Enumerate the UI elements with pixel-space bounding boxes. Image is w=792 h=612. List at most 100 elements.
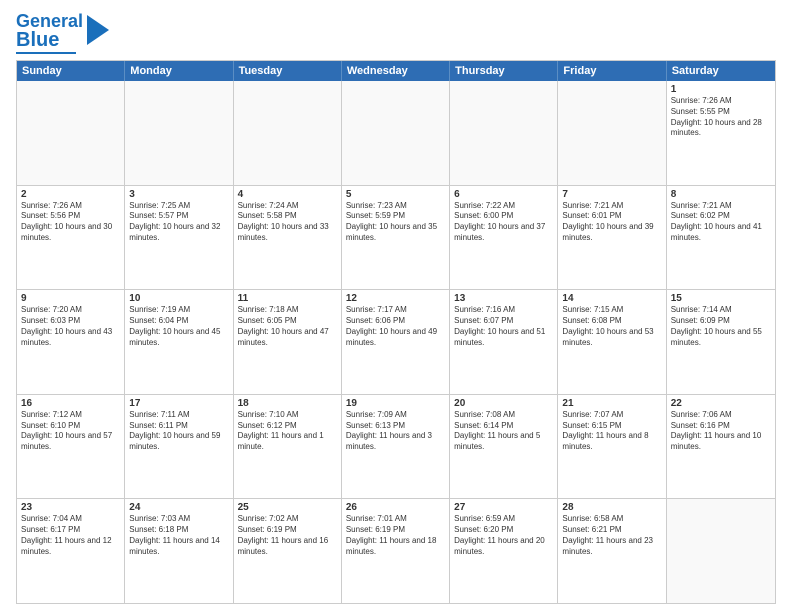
calendar-cell (667, 499, 775, 603)
day-number: 7 (562, 189, 661, 200)
day-info: Sunrise: 7:17 AM Sunset: 6:06 PM Dayligh… (346, 305, 445, 348)
day-number: 21 (562, 398, 661, 409)
calendar-header: SundayMondayTuesdayWednesdayThursdayFrid… (17, 61, 775, 81)
calendar-cell: 6Sunrise: 7:22 AM Sunset: 6:00 PM Daylig… (450, 186, 558, 290)
logo-blue: Blue (16, 30, 83, 50)
day-number: 6 (454, 189, 553, 200)
header-day-thursday: Thursday (450, 61, 558, 81)
logo-arrow-icon (87, 15, 109, 45)
day-number: 23 (21, 502, 120, 513)
calendar-cell (342, 81, 450, 185)
header: General Blue (16, 12, 776, 54)
calendar-cell: 7Sunrise: 7:21 AM Sunset: 6:01 PM Daylig… (558, 186, 666, 290)
logo-text-general: General (16, 12, 83, 30)
day-info: Sunrise: 7:18 AM Sunset: 6:05 PM Dayligh… (238, 305, 337, 348)
calendar-cell: 12Sunrise: 7:17 AM Sunset: 6:06 PM Dayli… (342, 290, 450, 394)
calendar-cell: 23Sunrise: 7:04 AM Sunset: 6:17 PM Dayli… (17, 499, 125, 603)
day-number: 2 (21, 189, 120, 200)
day-number: 3 (129, 189, 228, 200)
calendar-cell: 27Sunrise: 6:59 AM Sunset: 6:20 PM Dayli… (450, 499, 558, 603)
calendar-row-3: 9Sunrise: 7:20 AM Sunset: 6:03 PM Daylig… (17, 289, 775, 394)
day-info: Sunrise: 7:14 AM Sunset: 6:09 PM Dayligh… (671, 305, 771, 348)
day-number: 13 (454, 293, 553, 304)
day-info: Sunrise: 7:20 AM Sunset: 6:03 PM Dayligh… (21, 305, 120, 348)
day-info: Sunrise: 7:22 AM Sunset: 6:00 PM Dayligh… (454, 201, 553, 244)
header-day-saturday: Saturday (667, 61, 775, 81)
day-info: Sunrise: 7:12 AM Sunset: 6:10 PM Dayligh… (21, 410, 120, 453)
day-number: 12 (346, 293, 445, 304)
calendar-cell (558, 81, 666, 185)
day-info: Sunrise: 7:01 AM Sunset: 6:19 PM Dayligh… (346, 514, 445, 557)
day-number: 17 (129, 398, 228, 409)
day-number: 27 (454, 502, 553, 513)
day-info: Sunrise: 6:58 AM Sunset: 6:21 PM Dayligh… (562, 514, 661, 557)
calendar-cell: 2Sunrise: 7:26 AM Sunset: 5:56 PM Daylig… (17, 186, 125, 290)
day-number: 16 (21, 398, 120, 409)
calendar-cell: 11Sunrise: 7:18 AM Sunset: 6:05 PM Dayli… (234, 290, 342, 394)
day-info: Sunrise: 7:10 AM Sunset: 6:12 PM Dayligh… (238, 410, 337, 453)
day-number: 22 (671, 398, 771, 409)
calendar-cell: 8Sunrise: 7:21 AM Sunset: 6:02 PM Daylig… (667, 186, 775, 290)
day-number: 5 (346, 189, 445, 200)
page: General Blue SundayMondayTuesdayWednesda… (0, 0, 792, 612)
calendar-cell: 17Sunrise: 7:11 AM Sunset: 6:11 PM Dayli… (125, 395, 233, 499)
header-day-monday: Monday (125, 61, 233, 81)
logo-underline (16, 52, 76, 54)
day-info: Sunrise: 7:24 AM Sunset: 5:58 PM Dayligh… (238, 201, 337, 244)
header-day-sunday: Sunday (17, 61, 125, 81)
calendar-cell: 21Sunrise: 7:07 AM Sunset: 6:15 PM Dayli… (558, 395, 666, 499)
calendar-cell: 4Sunrise: 7:24 AM Sunset: 5:58 PM Daylig… (234, 186, 342, 290)
calendar-body: 1Sunrise: 7:26 AM Sunset: 5:55 PM Daylig… (17, 81, 775, 603)
calendar-cell: 16Sunrise: 7:12 AM Sunset: 6:10 PM Dayli… (17, 395, 125, 499)
day-info: Sunrise: 6:59 AM Sunset: 6:20 PM Dayligh… (454, 514, 553, 557)
day-info: Sunrise: 7:11 AM Sunset: 6:11 PM Dayligh… (129, 410, 228, 453)
day-info: Sunrise: 7:16 AM Sunset: 6:07 PM Dayligh… (454, 305, 553, 348)
calendar-cell: 24Sunrise: 7:03 AM Sunset: 6:18 PM Dayli… (125, 499, 233, 603)
day-info: Sunrise: 7:19 AM Sunset: 6:04 PM Dayligh… (129, 305, 228, 348)
calendar-cell: 28Sunrise: 6:58 AM Sunset: 6:21 PM Dayli… (558, 499, 666, 603)
calendar-row-5: 23Sunrise: 7:04 AM Sunset: 6:17 PM Dayli… (17, 498, 775, 603)
calendar-cell: 10Sunrise: 7:19 AM Sunset: 6:04 PM Dayli… (125, 290, 233, 394)
calendar-row-4: 16Sunrise: 7:12 AM Sunset: 6:10 PM Dayli… (17, 394, 775, 499)
calendar: SundayMondayTuesdayWednesdayThursdayFrid… (16, 60, 776, 604)
day-number: 28 (562, 502, 661, 513)
day-number: 15 (671, 293, 771, 304)
day-number: 9 (21, 293, 120, 304)
day-number: 18 (238, 398, 337, 409)
day-info: Sunrise: 7:25 AM Sunset: 5:57 PM Dayligh… (129, 201, 228, 244)
calendar-cell (125, 81, 233, 185)
calendar-row-2: 2Sunrise: 7:26 AM Sunset: 5:56 PM Daylig… (17, 185, 775, 290)
day-number: 8 (671, 189, 771, 200)
calendar-cell: 22Sunrise: 7:06 AM Sunset: 6:16 PM Dayli… (667, 395, 775, 499)
calendar-cell (17, 81, 125, 185)
calendar-cell: 20Sunrise: 7:08 AM Sunset: 6:14 PM Dayli… (450, 395, 558, 499)
calendar-cell: 18Sunrise: 7:10 AM Sunset: 6:12 PM Dayli… (234, 395, 342, 499)
header-day-friday: Friday (558, 61, 666, 81)
day-number: 20 (454, 398, 553, 409)
day-info: Sunrise: 7:09 AM Sunset: 6:13 PM Dayligh… (346, 410, 445, 453)
calendar-cell: 5Sunrise: 7:23 AM Sunset: 5:59 PM Daylig… (342, 186, 450, 290)
day-info: Sunrise: 7:21 AM Sunset: 6:01 PM Dayligh… (562, 201, 661, 244)
day-info: Sunrise: 7:15 AM Sunset: 6:08 PM Dayligh… (562, 305, 661, 348)
day-info: Sunrise: 7:21 AM Sunset: 6:02 PM Dayligh… (671, 201, 771, 244)
day-info: Sunrise: 7:02 AM Sunset: 6:19 PM Dayligh… (238, 514, 337, 557)
day-info: Sunrise: 7:07 AM Sunset: 6:15 PM Dayligh… (562, 410, 661, 453)
day-info: Sunrise: 7:06 AM Sunset: 6:16 PM Dayligh… (671, 410, 771, 453)
calendar-cell: 25Sunrise: 7:02 AM Sunset: 6:19 PM Dayli… (234, 499, 342, 603)
day-info: Sunrise: 7:23 AM Sunset: 5:59 PM Dayligh… (346, 201, 445, 244)
day-number: 14 (562, 293, 661, 304)
day-info: Sunrise: 7:26 AM Sunset: 5:56 PM Dayligh… (21, 201, 120, 244)
calendar-cell: 13Sunrise: 7:16 AM Sunset: 6:07 PM Dayli… (450, 290, 558, 394)
day-number: 25 (238, 502, 337, 513)
day-number: 4 (238, 189, 337, 200)
calendar-cell: 1Sunrise: 7:26 AM Sunset: 5:55 PM Daylig… (667, 81, 775, 185)
day-number: 19 (346, 398, 445, 409)
calendar-cell: 9Sunrise: 7:20 AM Sunset: 6:03 PM Daylig… (17, 290, 125, 394)
calendar-cell: 15Sunrise: 7:14 AM Sunset: 6:09 PM Dayli… (667, 290, 775, 394)
day-info: Sunrise: 7:04 AM Sunset: 6:17 PM Dayligh… (21, 514, 120, 557)
calendar-cell: 14Sunrise: 7:15 AM Sunset: 6:08 PM Dayli… (558, 290, 666, 394)
calendar-cell: 3Sunrise: 7:25 AM Sunset: 5:57 PM Daylig… (125, 186, 233, 290)
calendar-cell: 19Sunrise: 7:09 AM Sunset: 6:13 PM Dayli… (342, 395, 450, 499)
day-number: 24 (129, 502, 228, 513)
calendar-cell (450, 81, 558, 185)
